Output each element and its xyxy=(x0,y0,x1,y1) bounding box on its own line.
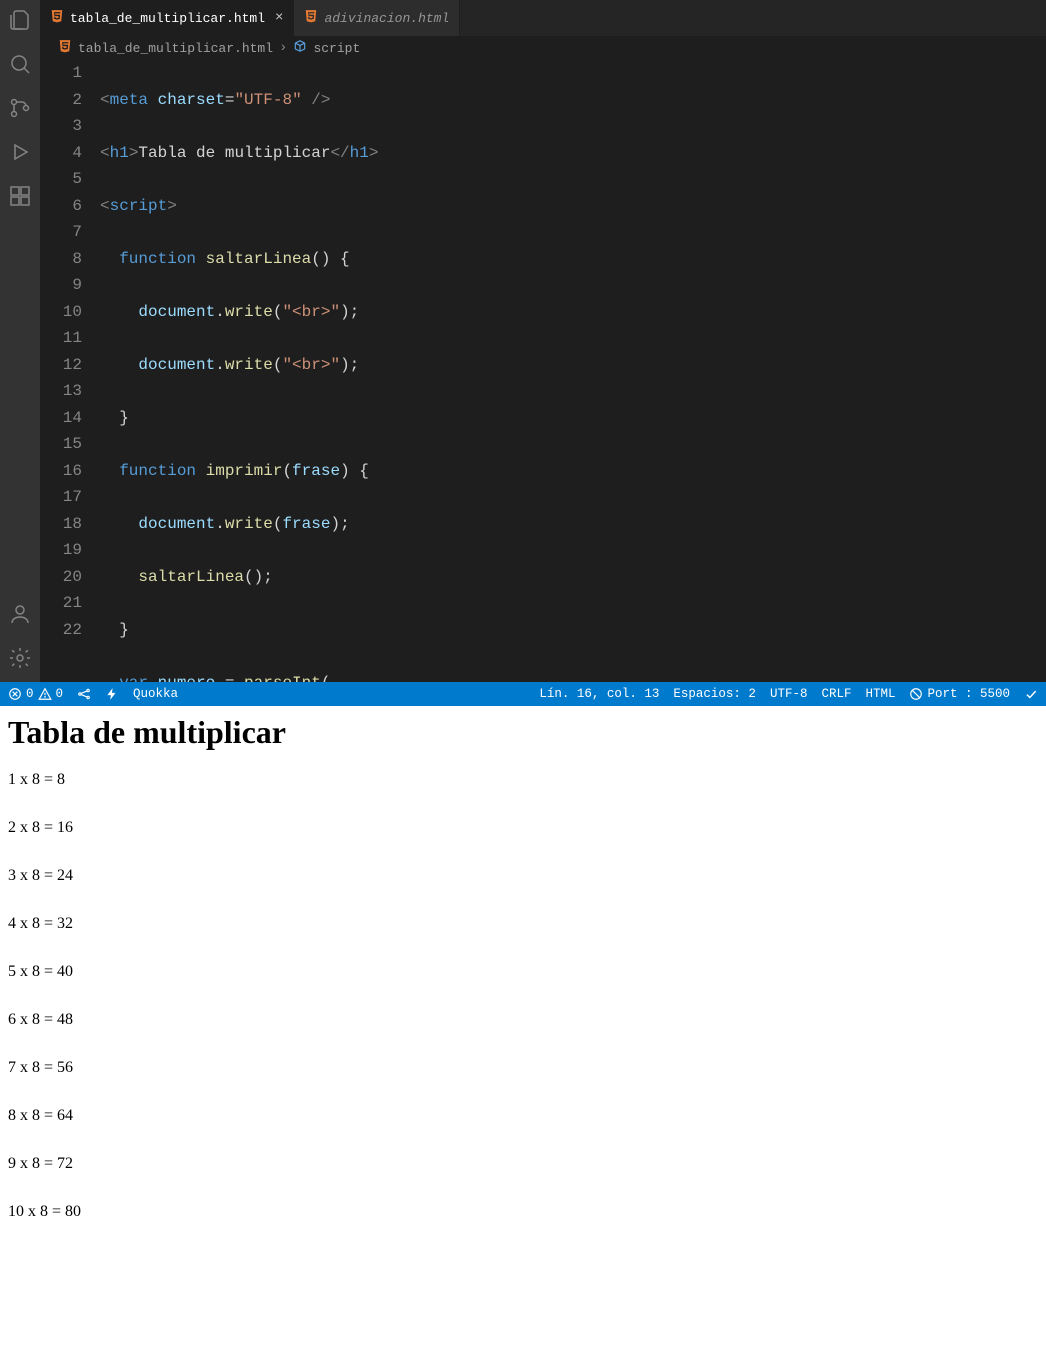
status-encoding[interactable]: UTF-8 xyxy=(770,687,808,701)
output-row: 1 x 8 = 8 xyxy=(8,771,1038,789)
status-bar: 0 0 Quokka Lín. 16, col. 13 Espacios: 2 … xyxy=(0,682,1046,706)
html-file-icon xyxy=(304,9,318,27)
account-icon[interactable] xyxy=(8,602,32,626)
html-file-icon xyxy=(50,9,64,27)
status-bolt-icon[interactable] xyxy=(105,687,119,701)
output-row: 8 x 8 = 64 xyxy=(8,1107,1038,1125)
debug-icon[interactable] xyxy=(8,140,32,164)
close-icon[interactable]: × xyxy=(275,10,283,26)
output-row: 7 x 8 = 56 xyxy=(8,1059,1038,1077)
tab-bar: tabla_de_multiplicar.html × adivinacion.… xyxy=(40,0,1046,36)
output-row: 9 x 8 = 72 xyxy=(8,1155,1038,1173)
output-row: 2 x 8 = 16 xyxy=(8,819,1038,837)
html-file-icon xyxy=(58,39,72,57)
code-editor[interactable]: 1 2 3 4 5 6 7 8 9 10 11 12 13 14 15 16 1… xyxy=(40,60,1046,682)
code-content[interactable]: <meta charset="UTF-8" /> <h1>Tabla de mu… xyxy=(100,60,1046,682)
line-number-gutter: 1 2 3 4 5 6 7 8 9 10 11 12 13 14 15 16 1… xyxy=(40,60,100,682)
page-title: Tabla de multiplicar xyxy=(8,714,1038,751)
editor-area: tabla_de_multiplicar.html × adivinacion.… xyxy=(40,0,1046,682)
output-row: 10 x 8 = 80 xyxy=(8,1203,1038,1221)
tab-label: adivinacion.html xyxy=(324,11,449,26)
status-eol[interactable]: CRLF xyxy=(821,687,851,701)
extensions-icon[interactable] xyxy=(8,184,32,208)
tab-tabla-de-multiplicar[interactable]: tabla_de_multiplicar.html × xyxy=(40,0,294,36)
output-row: 4 x 8 = 32 xyxy=(8,915,1038,933)
output-row: 3 x 8 = 24 xyxy=(8,867,1038,885)
status-spaces[interactable]: Espacios: 2 xyxy=(673,687,756,701)
files-icon[interactable] xyxy=(8,8,32,32)
activity-bar xyxy=(0,0,40,682)
tab-adivinacion[interactable]: adivinacion.html xyxy=(294,0,460,36)
status-quokka[interactable]: Quokka xyxy=(133,687,178,701)
status-errors[interactable]: 0 0 xyxy=(8,687,63,701)
status-live-server[interactable]: Port : 5500 xyxy=(909,687,1010,701)
browser-preview: Tabla de multiplicar 1 x 8 = 8 2 x 8 = 1… xyxy=(0,706,1046,1349)
status-share-icon[interactable] xyxy=(77,687,91,701)
chevron-right-icon: › xyxy=(279,40,287,56)
output-row: 6 x 8 = 48 xyxy=(8,1011,1038,1029)
status-language[interactable]: HTML xyxy=(865,687,895,701)
symbol-icon xyxy=(293,39,307,57)
status-line-col[interactable]: Lín. 16, col. 13 xyxy=(539,687,659,701)
tab-label: tabla_de_multiplicar.html xyxy=(70,11,265,26)
source-control-icon[interactable] xyxy=(8,96,32,120)
breadcrumb-symbol: script xyxy=(313,41,360,56)
settings-gear-icon[interactable] xyxy=(8,646,32,670)
editor-panel: tabla_de_multiplicar.html × adivinacion.… xyxy=(0,0,1046,682)
breadcrumb-file: tabla_de_multiplicar.html xyxy=(78,41,273,56)
status-check-icon[interactable] xyxy=(1024,687,1038,701)
breadcrumb[interactable]: tabla_de_multiplicar.html › script xyxy=(40,36,1046,60)
output-row: 5 x 8 = 40 xyxy=(8,963,1038,981)
search-icon[interactable] xyxy=(8,52,32,76)
